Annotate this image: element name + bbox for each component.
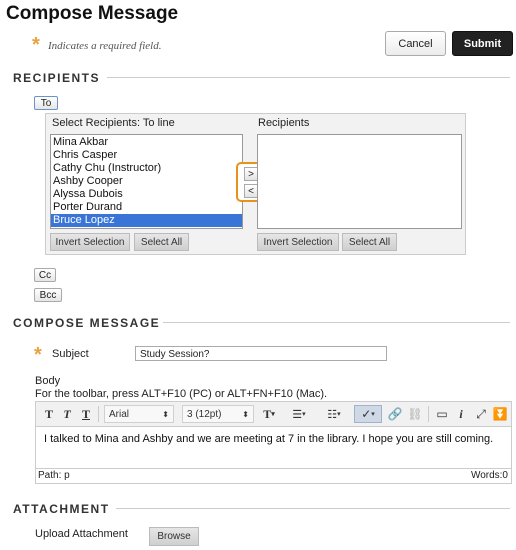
updown-icon: ⬍ xyxy=(162,409,169,419)
remove-recipient-button[interactable]: < xyxy=(244,184,258,198)
editor-toolbar: T T T Arial ⬍ 3 (12pt) ⬍ T ▾ ☰ ▾ ☷ ▾ ✓ ▾ 🔗 ⛓… xyxy=(35,401,512,426)
cc-button[interactable]: Cc xyxy=(34,268,56,282)
select-all-right-button[interactable]: Select All xyxy=(342,233,397,251)
font-family-select[interactable]: Arial ⬍ xyxy=(104,405,174,423)
preview-icon[interactable]: ▭ xyxy=(434,405,450,423)
section-divider xyxy=(116,508,510,509)
submit-button[interactable]: Submit xyxy=(452,31,513,56)
info-icon[interactable]: i xyxy=(454,405,468,423)
list-item[interactable]: Alyssa Dubois xyxy=(51,188,242,201)
browse-button[interactable]: Browse xyxy=(149,527,199,546)
list-item[interactable]: Mina Akbar xyxy=(51,136,242,149)
list-item[interactable]: Porter Durand xyxy=(51,201,242,214)
select-all-left-button[interactable]: Select All xyxy=(134,233,189,251)
bold-icon[interactable]: T xyxy=(42,405,56,423)
editor-path: Path: p xyxy=(38,470,70,481)
font-size-select[interactable]: 3 (12pt) ⬍ xyxy=(182,405,254,423)
select-recipients-label: Select Recipients: To line xyxy=(52,117,175,129)
page-title: Compose Message xyxy=(6,3,179,24)
available-recipients-list[interactable]: Mina Akbar Chris Casper Cathy Chu (Instruc… xyxy=(50,134,243,229)
body-label: Body xyxy=(35,375,61,387)
recipients-heading: RECIPIENTS xyxy=(13,71,101,85)
word-count: Words:0 xyxy=(470,470,508,481)
upload-attachment-label: Upload Attachment xyxy=(35,528,128,540)
link-icon[interactable]: 🔗 xyxy=(388,405,403,423)
font-size-value: 3 (12pt) xyxy=(187,408,222,420)
bcc-button[interactable]: Bcc xyxy=(34,288,62,302)
to-button[interactable]: To xyxy=(34,96,58,110)
bullet-list-icon[interactable]: ☰ ▾ xyxy=(288,405,310,423)
subject-label: Subject xyxy=(52,348,89,360)
list-item[interactable]: Ashby Cooper xyxy=(51,175,242,188)
section-divider xyxy=(107,77,510,78)
add-recipient-button[interactable]: > xyxy=(244,167,258,181)
more-options-icon[interactable]: ⏬ xyxy=(492,405,508,423)
message-body-editor[interactable]: I talked to Mina and Ashby and we are me… xyxy=(35,426,512,469)
toolbar-divider xyxy=(98,406,99,422)
spellcheck-icon[interactable]: ✓ ▾ xyxy=(354,405,382,423)
section-divider xyxy=(163,322,510,323)
list-item[interactable]: Cathy Chu (Instructor) xyxy=(51,162,242,175)
unlink-icon[interactable]: ⛓ xyxy=(407,405,422,423)
required-star: * xyxy=(34,344,42,366)
required-star: * xyxy=(32,34,40,56)
cancel-button[interactable]: Cancel xyxy=(385,31,446,56)
toolbar-hint: For the toolbar, press ALT+F10 (PC) or A… xyxy=(35,388,328,400)
italic-icon[interactable]: T xyxy=(60,405,74,423)
font-family-value: Arial xyxy=(109,408,130,420)
required-note: Indicates a required field. xyxy=(48,40,162,52)
underline-icon[interactable]: T xyxy=(79,405,93,423)
recipients-label: Recipients xyxy=(258,117,310,129)
editor-status-bar: Path: p Words:0 xyxy=(35,469,512,484)
updown-icon: ⬍ xyxy=(242,409,249,419)
text-color-icon[interactable]: T ▾ xyxy=(258,405,280,423)
attachment-heading: ATTACHMENT xyxy=(13,502,110,516)
toolbar-divider xyxy=(428,406,429,422)
numbered-list-icon[interactable]: ☷ ▾ xyxy=(322,405,346,423)
selected-recipients-list[interactable] xyxy=(257,134,462,229)
fullscreen-icon[interactable]: ⤢ xyxy=(473,405,489,423)
list-item[interactable]: Bruce Lopez xyxy=(51,214,242,227)
subject-input[interactable]: Study Session? xyxy=(135,346,387,361)
invert-selection-right-button[interactable]: Invert Selection xyxy=(257,233,339,251)
compose-heading: COMPOSE MESSAGE xyxy=(13,316,161,330)
list-item[interactable]: Chris Casper xyxy=(51,149,242,162)
invert-selection-left-button[interactable]: Invert Selection xyxy=(50,233,130,251)
